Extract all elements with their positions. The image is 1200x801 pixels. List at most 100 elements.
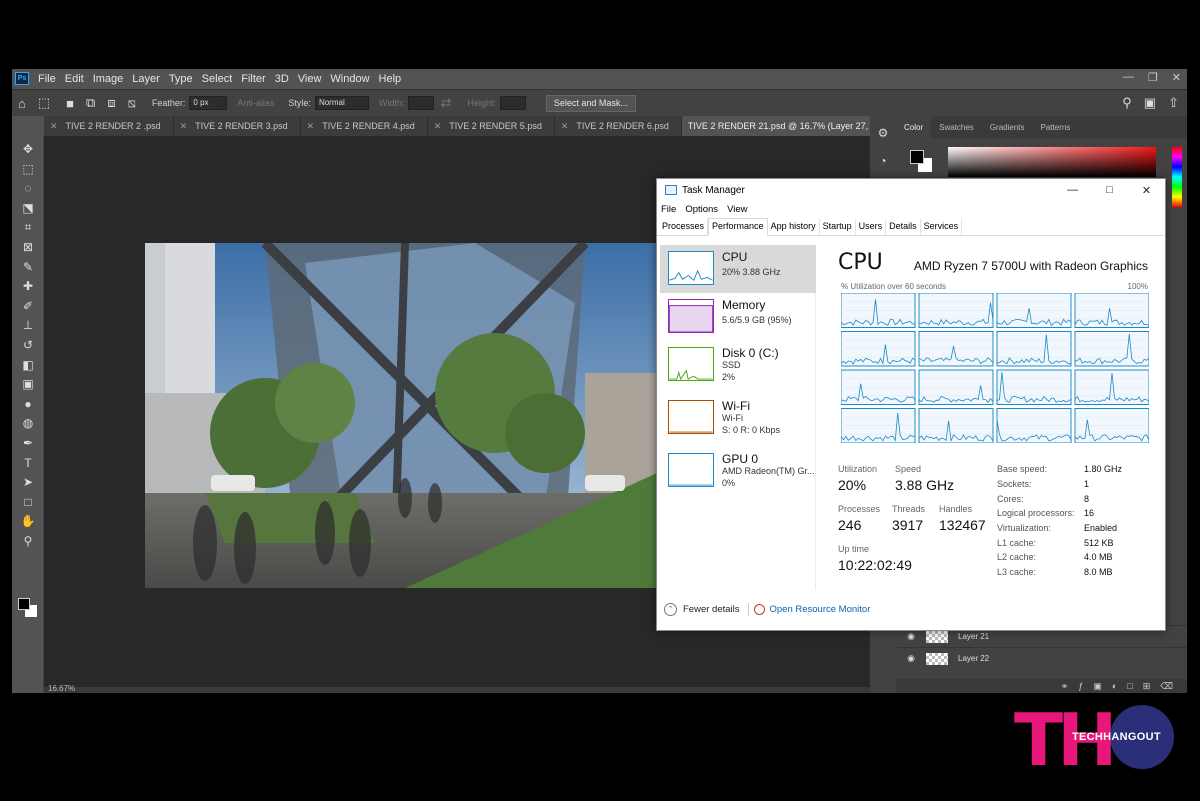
type-tool-icon[interactable]: T [20, 456, 36, 470]
resource-item-wifi[interactable]: Wi-Fi Wi-Fi S: 0 R: 0 Kbps [660, 394, 816, 442]
subtract-selection-icon[interactable]: ⧈ [107, 95, 115, 111]
marquee-preset-icon[interactable]: ⬚ [38, 95, 50, 111]
menu-view[interactable]: View [727, 204, 747, 215]
stamp-tool-icon[interactable]: ⊥ [20, 318, 36, 332]
width-input[interactable] [408, 96, 435, 110]
tab-users[interactable]: Users [856, 219, 887, 235]
trash-icon[interactable]: ⌫ [1160, 681, 1173, 692]
pen-tool-icon[interactable]: ✒ [20, 436, 36, 450]
menu-help[interactable]: Help [379, 73, 402, 85]
tab-services[interactable]: Services [921, 219, 963, 235]
fewer-details-button[interactable]: Fewer details [683, 604, 740, 615]
visibility-eye-icon[interactable]: ◉ [896, 631, 926, 642]
resource-item-cpu[interactable]: CPU 20% 3.88 GHz [660, 245, 816, 293]
menu-edit[interactable]: Edit [65, 73, 84, 85]
tab-patterns[interactable]: Patterns [1033, 123, 1079, 132]
menu-select[interactable]: Select [202, 73, 233, 85]
resource-monitor-icon[interactable] [753, 603, 765, 615]
share-icon[interactable]: ⇧ [1168, 95, 1179, 111]
tab-gradients[interactable]: Gradients [982, 123, 1033, 132]
foreground-color-swatch[interactable] [910, 150, 924, 164]
menu-options[interactable]: Options [685, 204, 718, 215]
open-resource-monitor-link[interactable]: Open Resource Monitor [770, 604, 871, 615]
frame-tool-icon[interactable]: ⊠ [20, 240, 36, 254]
tab-swatches[interactable]: Swatches [931, 123, 982, 132]
search-icon[interactable]: ⚲ [1122, 95, 1132, 111]
hue-slider[interactable] [1172, 147, 1182, 207]
menu-window[interactable]: Window [330, 73, 369, 85]
minimize-icon[interactable]: — [1054, 184, 1091, 197]
style-select[interactable]: Normal [314, 96, 369, 110]
gradient-tool-icon[interactable]: ▣ [20, 377, 36, 391]
menu-image[interactable]: Image [93, 73, 124, 85]
lasso-tool-icon[interactable]: ◌ [20, 181, 36, 195]
adjustment-layer-icon[interactable]: ◐ [1112, 681, 1117, 691]
home-icon[interactable]: ⌂ [18, 96, 26, 111]
eraser-tool-icon[interactable]: ◧ [20, 358, 36, 372]
crop-tool-icon[interactable]: ⌗ [20, 220, 36, 234]
tab-close-icon[interactable]: ✕ [180, 121, 188, 132]
history-brush-icon[interactable]: ↺ [20, 338, 36, 352]
height-input[interactable] [499, 96, 526, 110]
menu-view[interactable]: View [298, 73, 322, 85]
eyedropper-tool-icon[interactable]: ✎ [20, 260, 36, 274]
new-selection-icon[interactable]: ■ [66, 96, 74, 111]
close-icon[interactable]: ✕ [1128, 184, 1165, 197]
tab-document[interactable]: ✕ TIVE 2 RENDER 5.psd [428, 116, 555, 136]
rectangle-tool-icon[interactable]: □ [20, 495, 36, 509]
link-layers-icon[interactable]: ⚭ [1061, 681, 1069, 692]
resource-item-memory[interactable]: Memory 5.6/5.9 GB (95%) [660, 293, 816, 341]
brush-tool-icon[interactable]: ✐ [20, 299, 36, 313]
fx-icon[interactable]: ƒ [1078, 681, 1083, 691]
minimize-icon[interactable]: — [1123, 71, 1134, 84]
menu-layer[interactable]: Layer [132, 73, 160, 85]
menu-file[interactable]: File [38, 73, 56, 85]
foreground-swatch[interactable] [18, 598, 30, 610]
antialias-checkbox[interactable]: Anti-alias [237, 98, 274, 108]
menu-filter[interactable]: Filter [241, 73, 265, 85]
tab-close-icon[interactable]: ✕ [50, 121, 58, 132]
group-icon[interactable]: □ [1127, 681, 1132, 691]
tab-close-icon[interactable]: ✕ [434, 121, 442, 132]
move-tool-icon[interactable]: ✥ [20, 142, 36, 156]
add-selection-icon[interactable]: ⧉ [86, 95, 95, 111]
visibility-eye-icon[interactable]: ◉ [896, 653, 926, 664]
restore-icon[interactable]: ❐ [1148, 71, 1158, 84]
menu-file[interactable]: File [661, 204, 676, 215]
zoom-level[interactable]: 16.67% [48, 684, 75, 693]
tab-document[interactable]: ✕ TIVE 2 RENDER 6.psd [555, 116, 682, 136]
path-select-icon[interactable]: ➤ [20, 475, 36, 489]
layer-row[interactable]: ◉ Layer 22 [896, 647, 1187, 669]
tab-close-icon[interactable]: ✕ [561, 121, 569, 132]
healing-brush-icon[interactable]: ✚ [20, 279, 36, 293]
add-mask-icon[interactable]: ▣ [1093, 681, 1102, 692]
tab-startup[interactable]: Startup [820, 219, 856, 235]
color-spectrum[interactable] [948, 147, 1156, 177]
select-and-mask-button[interactable]: Select and Mask... [545, 94, 636, 112]
task-manager-titlebar[interactable]: Task Manager — □ ✕ [657, 179, 1165, 201]
tab-processes[interactable]: Processes [659, 219, 709, 235]
properties-panel-icon[interactable]: ◔ [875, 154, 891, 168]
close-icon[interactable]: ✕ [1172, 71, 1181, 84]
hand-tool-icon[interactable]: ✋ [20, 514, 36, 528]
history-panel-icon[interactable]: ⚙ [875, 126, 891, 140]
tab-details[interactable]: Details [886, 219, 921, 235]
workspace-icon[interactable]: ▣ [1144, 95, 1156, 111]
swap-icon[interactable]: ⇄ [440, 95, 451, 111]
tab-document[interactable]: ✕ TIVE 2 RENDER 2 .psd [44, 116, 174, 136]
zoom-tool-icon[interactable]: ⚲ [20, 534, 36, 548]
tab-color[interactable]: Color [896, 116, 932, 138]
tab-close-icon[interactable]: ✕ [307, 121, 315, 132]
menu-3d[interactable]: 3D [275, 73, 289, 85]
maximize-icon[interactable]: □ [1091, 184, 1128, 197]
menu-type[interactable]: Type [169, 73, 193, 85]
blur-tool-icon[interactable]: ● [20, 397, 36, 411]
feather-input[interactable]: 0 px [189, 96, 228, 110]
dodge-tool-icon[interactable]: ◍ [20, 416, 36, 430]
resource-item-disk[interactable]: Disk 0 (C:) SSD 2% [660, 341, 816, 389]
marquee-tool-icon[interactable]: ⬚ [20, 162, 36, 176]
object-select-tool-icon[interactable]: ⬔ [20, 201, 36, 215]
tab-performance[interactable]: Performance [708, 218, 768, 236]
tab-document[interactable]: ✕ TIVE 2 RENDER 4.psd [301, 116, 428, 136]
chevron-up-icon[interactable]: ⌃ [664, 602, 677, 616]
